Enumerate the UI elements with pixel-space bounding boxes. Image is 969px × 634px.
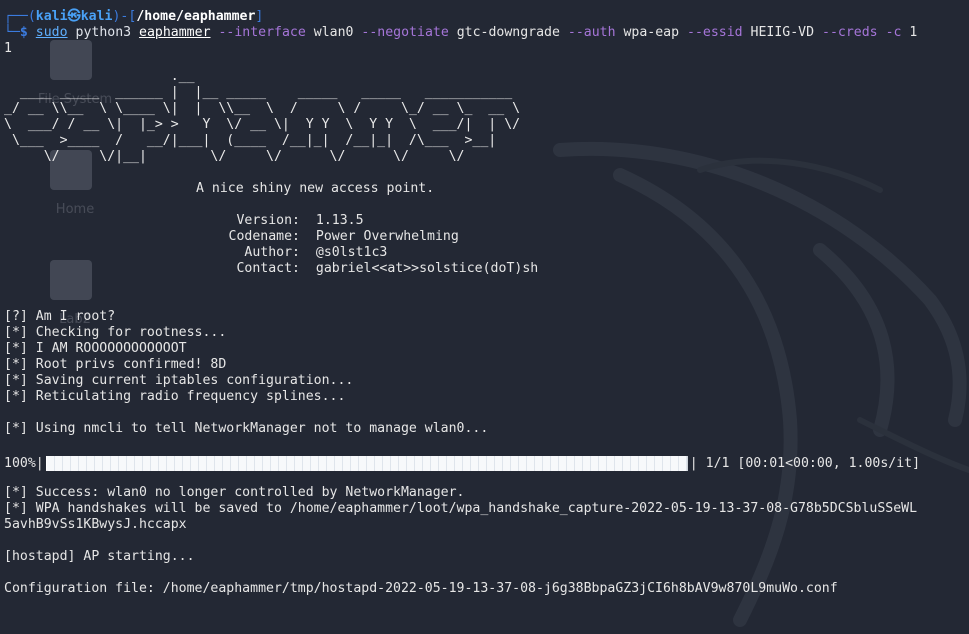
command-value: wlan0 [313, 25, 354, 40]
command-option: --auth [567, 25, 616, 40]
log-line: [*] Checking for rootness... [4, 325, 227, 340]
prompt-header: ┌──(kali㉿kali)-[/home/eaphammer] [4, 9, 966, 25]
log-line: [?] Am I root? [4, 309, 116, 324]
info-row: Author: @s0lst1c3 [4, 245, 966, 261]
log-line: [*] Reticulating radio frequency splines… [4, 389, 346, 404]
prompt-frame: ] [255, 9, 264, 24]
command-file: eaphammer [139, 25, 211, 40]
info-row: Version: 1.13.5 [4, 213, 966, 229]
prompt-frame: )-[ [112, 9, 137, 24]
log-line: [*] I AM ROOOOOOOOOOOOT [4, 341, 187, 356]
info-row: Contact: gabriel<<at>>solstice(doT)sh [4, 261, 966, 277]
prompt-frame: └─ [4, 25, 20, 40]
command-option: -c [885, 25, 902, 40]
info-label: Author: [244, 245, 300, 260]
command-option: --creds [822, 25, 878, 40]
banner-line: \/ \/|__| \/ \/ \/ \/ \/ [4, 149, 465, 164]
banner-line: .__ [4, 69, 195, 84]
log-line: 5avhB9vSs1KBwysJ.hccapx [4, 517, 187, 532]
prompt-frame: ┌──( [4, 9, 36, 24]
info-value: @s0lst1c3 [315, 245, 388, 260]
config-file-line: Configuration file: /home/eaphammer/tmp/… [4, 581, 838, 596]
info-label: Codename: [228, 229, 300, 244]
prompt-dollar: $ [19, 25, 28, 40]
progress-stats: 1/1 [00:01<00:00, 1.00s/it] [705, 455, 921, 471]
progress-bar [45, 455, 688, 471]
info-value: Power Overwhelming [315, 229, 459, 244]
command-value: HEIIG-VD [750, 25, 815, 40]
info-row: Codename: Power Overwhelming [4, 229, 966, 245]
command-option: --interface [218, 25, 306, 40]
command-option: --negotiate [361, 25, 449, 40]
command-sudo: sudo [35, 25, 68, 40]
command-value: wpa-eap [623, 25, 680, 40]
progress-divider: | [35, 455, 44, 471]
command-wrap: 1 [4, 41, 12, 56]
log-line: [*] Using nmcli to tell NetworkManager n… [4, 421, 489, 436]
log-line: [*] Root privs confirmed! 8D [4, 357, 227, 372]
command-exe: python3 [75, 25, 132, 40]
log-line: [*] Success: wlan0 no longer controlled … [4, 485, 465, 500]
banner-line: ____ _____ ______ | |__ _____ _____ ____… [4, 85, 513, 100]
progress-divider: | [689, 455, 698, 471]
info-value: gabriel<<at>>solstice(doT)sh [315, 261, 539, 276]
command-value: 1 [909, 25, 918, 40]
command-line[interactable]: └─$ sudo python3 eaphammer --interface w… [4, 25, 966, 41]
tagline: A nice shiny new access point. [196, 181, 435, 196]
log-line: [*] WPA handshakes will be saved to /hom… [4, 501, 918, 516]
banner-line: \ ___/ / __ \| |_> > Y \/ __ \| Y Y \ Y … [4, 117, 521, 132]
info-label: Version: [236, 213, 300, 228]
log-line: [hostapd] AP starting... [4, 549, 195, 564]
command-option: --essid [687, 25, 743, 40]
banner-line: _/ __ \\__ \ \____ \| | \\__ \ / \ / \_/… [4, 101, 521, 116]
progress-row: 100% | | 1/1 [00:01<00:00, 1.00s/it] [4, 453, 966, 473]
log-line: [*] Saving current iptables configuratio… [4, 373, 354, 388]
prompt-user: kali㉿kali [35, 9, 113, 24]
info-value: 1.13.5 [315, 213, 364, 228]
info-label: Contact: [236, 261, 300, 276]
command-value: gtc-downgrade [456, 25, 560, 40]
terminal-output[interactable]: ┌──(kali㉿kali)-[/home/eaphammer] └─$ sud… [4, 9, 966, 597]
prompt-path: /home/eaphammer [136, 9, 256, 24]
banner-line: \___ >____ / __/|___| (____ /__|_| /__|_… [4, 133, 497, 148]
progress-percent: 100% [4, 455, 36, 471]
